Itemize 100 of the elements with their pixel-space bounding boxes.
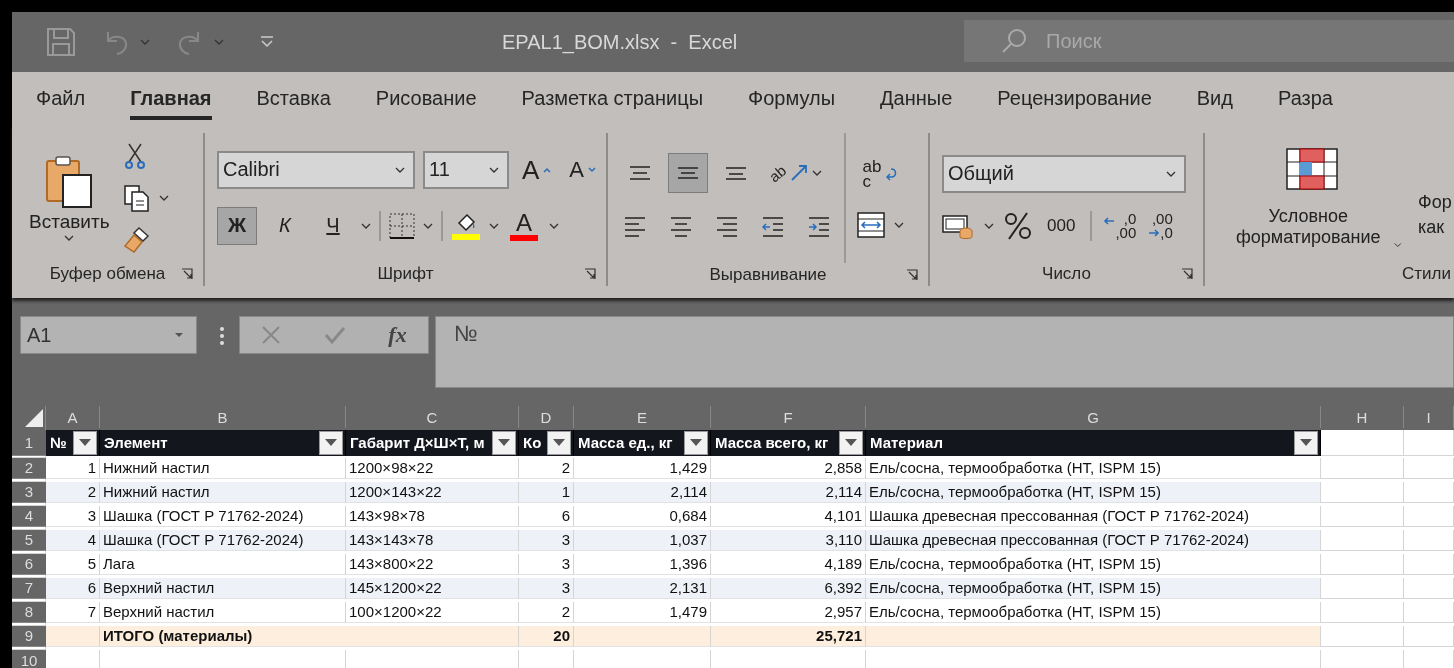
filter-button[interactable] <box>839 430 863 455</box>
row-header[interactable]: 8 <box>12 602 46 623</box>
caret-icon <box>489 166 499 173</box>
caret-icon <box>984 222 994 229</box>
table-cell: 3,110 <box>711 530 866 551</box>
borders-icon[interactable] <box>389 212 415 239</box>
table-cell: 1,037 <box>574 530 711 551</box>
ribbon-tab[interactable]: Формулы <box>748 81 836 120</box>
caret-icon <box>140 39 150 45</box>
percent-icon[interactable] <box>1004 210 1032 241</box>
table-cell: 2,131 <box>574 578 711 599</box>
table-cell: 7 <box>46 602 100 623</box>
ribbon-tab[interactable]: Вставка <box>256 81 331 120</box>
table-cell: Ель/сосна, термообработка (HT, ISPM 15) <box>866 458 1321 479</box>
dialog-launcher-icon[interactable] <box>906 269 918 281</box>
ribbon-tab[interactable]: Главная <box>130 81 212 120</box>
column-title: Габарит Д×Ш×Т, м <box>350 434 485 452</box>
table-cell: Верхний настил <box>100 578 346 599</box>
filter-button[interactable] <box>319 430 343 455</box>
name-box[interactable]: A1 <box>20 316 197 354</box>
align-right-icon <box>715 214 739 240</box>
format-painter-icon[interactable] <box>122 225 151 254</box>
table-cell: Ель/сосна, термообработка (HT, ISPM 15) <box>866 602 1321 623</box>
scissors-icon[interactable] <box>122 141 147 170</box>
filter-button[interactable] <box>1294 430 1318 455</box>
align-middle-button[interactable] <box>668 153 708 193</box>
italic-button[interactable]: К <box>265 206 305 245</box>
table-cell: 4 <box>46 530 100 551</box>
table-cell: 143×800×22 <box>346 554 519 575</box>
copy-icon[interactable] <box>122 183 151 212</box>
ribbon-tab[interactable]: Рецензирование <box>997 81 1152 120</box>
checkmark-icon[interactable] <box>323 325 346 345</box>
table-cell: Ель/сосна, термообработка (HT, ISPM 15) <box>866 578 1321 599</box>
column-title: Материал <box>870 434 943 452</box>
decrease-decimal-button[interactable]: ,00 ,0 <box>1147 210 1174 241</box>
empty-cell <box>1404 430 1454 456</box>
ribbon-tab[interactable]: Разметка страницы <box>521 81 704 120</box>
group-label: Число <box>1042 264 1091 284</box>
filter-button[interactable] <box>492 430 516 455</box>
row-header[interactable]: 2 <box>12 458 46 479</box>
caret-icon <box>64 234 75 241</box>
search-icon <box>1000 27 1028 55</box>
orientation-button[interactable]: ab <box>764 161 827 185</box>
conditional-formatting-icon <box>1286 147 1338 190</box>
caret-icon <box>811 170 822 176</box>
caret-icon <box>325 439 337 447</box>
row-header[interactable]: 7 <box>12 578 46 599</box>
font-size-field[interactable]: 11 <box>423 150 509 189</box>
caret-icon <box>690 439 702 447</box>
thousands-separator-button[interactable]: 000 <box>1042 212 1081 239</box>
wrap-text-button[interactable]: ab c <box>856 156 904 192</box>
decrease-font-size-button[interactable]: A <box>564 155 602 184</box>
table-cell: 6 <box>519 506 574 527</box>
table-cell: 3 <box>519 554 574 575</box>
paste-button[interactable]: Вставить <box>24 133 115 262</box>
dialog-launcher-icon[interactable] <box>181 268 193 280</box>
ribbon-tab[interactable]: Разра <box>1277 81 1333 120</box>
table-cell: Лага <box>100 554 346 575</box>
customize-toolbar-icon[interactable] <box>260 36 274 48</box>
dialog-launcher-icon[interactable] <box>584 268 596 280</box>
merge-cells-icon[interactable] <box>856 210 886 240</box>
dialog-launcher-icon[interactable] <box>1181 268 1193 280</box>
row-header[interactable]: 6 <box>12 554 46 575</box>
font-color-button[interactable]: A <box>507 209 541 242</box>
diagonal-arrow-icon <box>789 164 808 182</box>
filter-button[interactable] <box>73 430 97 455</box>
more-options-icon[interactable] <box>219 326 225 346</box>
caret-down-icon <box>588 166 597 173</box>
format-as-table-button[interactable]: Фор как <box>1415 133 1454 262</box>
caret-icon <box>1300 439 1312 447</box>
caret-icon <box>423 222 433 229</box>
filter-button[interactable] <box>547 430 571 455</box>
row-header[interactable]: 9 <box>12 626 46 647</box>
formula-field[interactable]: № <box>435 316 1454 388</box>
row-header[interactable]: 10 <box>12 650 46 668</box>
table-cell: 2 <box>46 482 100 503</box>
number-format-field[interactable]: Общий <box>942 154 1186 193</box>
table-cell: 3 <box>519 578 574 599</box>
table-cell: 25,721 <box>711 626 866 647</box>
increase-decimal-button[interactable]: ,0 ,00 <box>1102 210 1138 241</box>
ribbon-tab[interactable]: Данные <box>880 81 953 120</box>
table-cell: 6,392 <box>711 578 866 599</box>
row-header[interactable]: 1 <box>12 430 46 456</box>
underline-button[interactable]: Ч <box>313 206 353 245</box>
table-cell: 1,479 <box>574 602 711 623</box>
row-header[interactable]: 4 <box>12 506 46 527</box>
row-header[interactable]: 5 <box>12 530 46 551</box>
ribbon-tab[interactable]: Вид <box>1196 81 1233 120</box>
ribbon-tab[interactable]: Рисование <box>375 81 477 120</box>
table-cell: 2 <box>519 458 574 479</box>
insert-function-button[interactable]: fx <box>388 322 407 348</box>
ribbon-tab[interactable]: Файл <box>36 81 86 120</box>
table-cell: 3 <box>519 530 574 551</box>
filter-button[interactable] <box>684 430 708 455</box>
font-name-field[interactable]: Calibri <box>217 150 415 189</box>
increase-font-size-button[interactable]: A <box>517 153 557 186</box>
bold-button[interactable]: Ж <box>217 206 257 245</box>
conditional-formatting-button[interactable]: Условное форматирование <box>1217 133 1407 262</box>
row-header[interactable]: 3 <box>12 482 46 503</box>
column-title: № <box>50 434 67 452</box>
